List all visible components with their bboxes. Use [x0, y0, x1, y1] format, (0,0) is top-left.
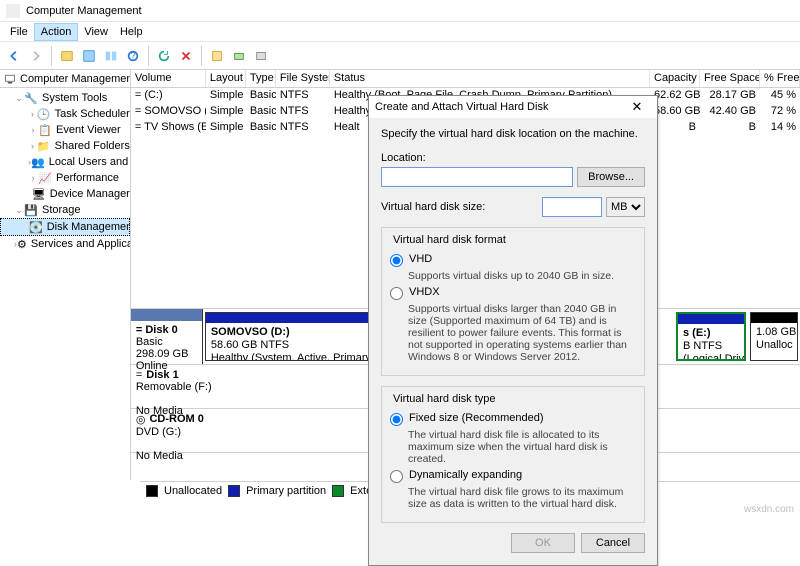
clock-icon: 🕒: [37, 107, 51, 121]
tb-icon[interactable]: [101, 46, 121, 66]
ok-button[interactable]: OK: [511, 533, 575, 553]
create-vhd-dialog: Create and Attach Virtual Hard Disk ✕ Sp…: [368, 95, 658, 566]
format-group: Virtual hard disk format VHD Supports vi…: [381, 227, 645, 376]
col-capacity[interactable]: Capacity: [650, 70, 700, 87]
size-unit-select[interactable]: MB: [606, 197, 645, 217]
volume-list-header: Volume Layout Type File System Status Ca…: [131, 70, 800, 88]
tree-header: Computer Management (Local): [0, 70, 130, 88]
menu-file[interactable]: File: [4, 24, 34, 40]
menu-action[interactable]: Action: [34, 23, 79, 41]
tb-icon[interactable]: [207, 46, 227, 66]
radio-vhd[interactable]: VHD: [390, 253, 636, 267]
menu-bar: File Action View Help: [0, 22, 800, 42]
tree-shared-folders[interactable]: ›📁Shared Folders: [0, 138, 130, 154]
browse-button[interactable]: Browse...: [577, 167, 645, 187]
location-label: Location:: [381, 152, 645, 164]
cancel-button[interactable]: Cancel: [581, 533, 645, 553]
tree-disk-management[interactable]: 💽Disk Management: [0, 218, 130, 236]
type-group: Virtual hard disk type Fixed size (Recom…: [381, 386, 645, 523]
tree-root-label: Computer Management (Local): [20, 73, 131, 85]
size-input[interactable]: [542, 197, 602, 217]
tb-icon[interactable]: [229, 46, 249, 66]
tb-icon[interactable]: [57, 46, 77, 66]
tools-icon: 🔧: [24, 91, 38, 105]
menu-view[interactable]: View: [78, 24, 114, 40]
disk-info[interactable]: = Disk 0 Basic 298.09 GB Online: [131, 309, 203, 364]
app-icon: [6, 4, 20, 18]
tree-device-manager[interactable]: 🖥Device Manager: [0, 186, 130, 202]
col-status[interactable]: Status: [330, 70, 650, 87]
watermark: wsxdn.com: [744, 504, 794, 515]
tree-performance[interactable]: ›📈Performance: [0, 170, 130, 186]
tb-icon[interactable]: [79, 46, 99, 66]
tree-local-users[interactable]: ›👥Local Users and Groups: [0, 154, 130, 170]
size-label: Virtual hard disk size:: [381, 201, 538, 213]
users-icon: 👥: [31, 155, 45, 169]
menu-help[interactable]: Help: [114, 24, 149, 40]
tb-icon[interactable]: [251, 46, 271, 66]
refresh-button[interactable]: [154, 46, 174, 66]
forward-button[interactable]: [26, 46, 46, 66]
perf-icon: 📈: [38, 171, 52, 185]
col-free[interactable]: Free Space: [700, 70, 760, 87]
tree-services[interactable]: ›⚙Services and Applications: [0, 236, 130, 252]
close-button[interactable]: ✕: [623, 99, 651, 115]
dialog-title: Create and Attach Virtual Hard Disk: [375, 101, 548, 113]
location-input[interactable]: [381, 167, 573, 187]
partition-unallocated[interactable]: 1.08 GBUnalloc: [750, 312, 798, 361]
tree-event-viewer[interactable]: ›📋Event Viewer: [0, 122, 130, 138]
col-type[interactable]: Type: [246, 70, 276, 87]
tree-system-tools[interactable]: ⌄🔧System Tools: [0, 90, 130, 106]
tb-icon[interactable]: ?: [123, 46, 143, 66]
back-button[interactable]: [4, 46, 24, 66]
computer-icon: [4, 72, 16, 86]
storage-icon: 💾: [24, 203, 38, 217]
partition[interactable]: s (E:)B NTFS(Logical Drive): [676, 312, 746, 361]
delete-button[interactable]: [176, 46, 196, 66]
dialog-titlebar[interactable]: Create and Attach Virtual Hard Disk ✕: [369, 96, 657, 118]
col-pct[interactable]: % Free: [760, 70, 800, 87]
dialog-desc: Specify the virtual hard disk location o…: [381, 128, 645, 140]
radio-vhdx[interactable]: VHDX: [390, 286, 636, 300]
event-icon: 📋: [38, 123, 52, 137]
tree-task-scheduler[interactable]: ›🕒Task Scheduler: [0, 106, 130, 122]
svg-text:?: ?: [130, 50, 135, 61]
partition[interactable]: SOMOVSO (D:)58.60 GB NTFSHealthy (System…: [205, 312, 377, 361]
tree-storage[interactable]: ⌄💾Storage: [0, 202, 130, 218]
window-titlebar: Computer Management: [0, 0, 800, 22]
col-layout[interactable]: Layout: [206, 70, 246, 87]
radio-dynamic[interactable]: Dynamically expanding: [390, 469, 636, 483]
toolbar: ?: [0, 42, 800, 70]
folder-icon: 📁: [37, 139, 51, 153]
services-icon: ⚙: [17, 237, 27, 251]
window-title: Computer Management: [26, 5, 142, 17]
disk-icon: 💽: [29, 220, 43, 234]
col-volume[interactable]: Volume: [131, 70, 206, 87]
nav-tree: Computer Management (Local) ⌄🔧System Too…: [0, 70, 131, 480]
device-icon: 🖥: [32, 187, 46, 201]
col-fs[interactable]: File System: [276, 70, 330, 87]
radio-fixed[interactable]: Fixed size (Recommended): [390, 412, 636, 426]
